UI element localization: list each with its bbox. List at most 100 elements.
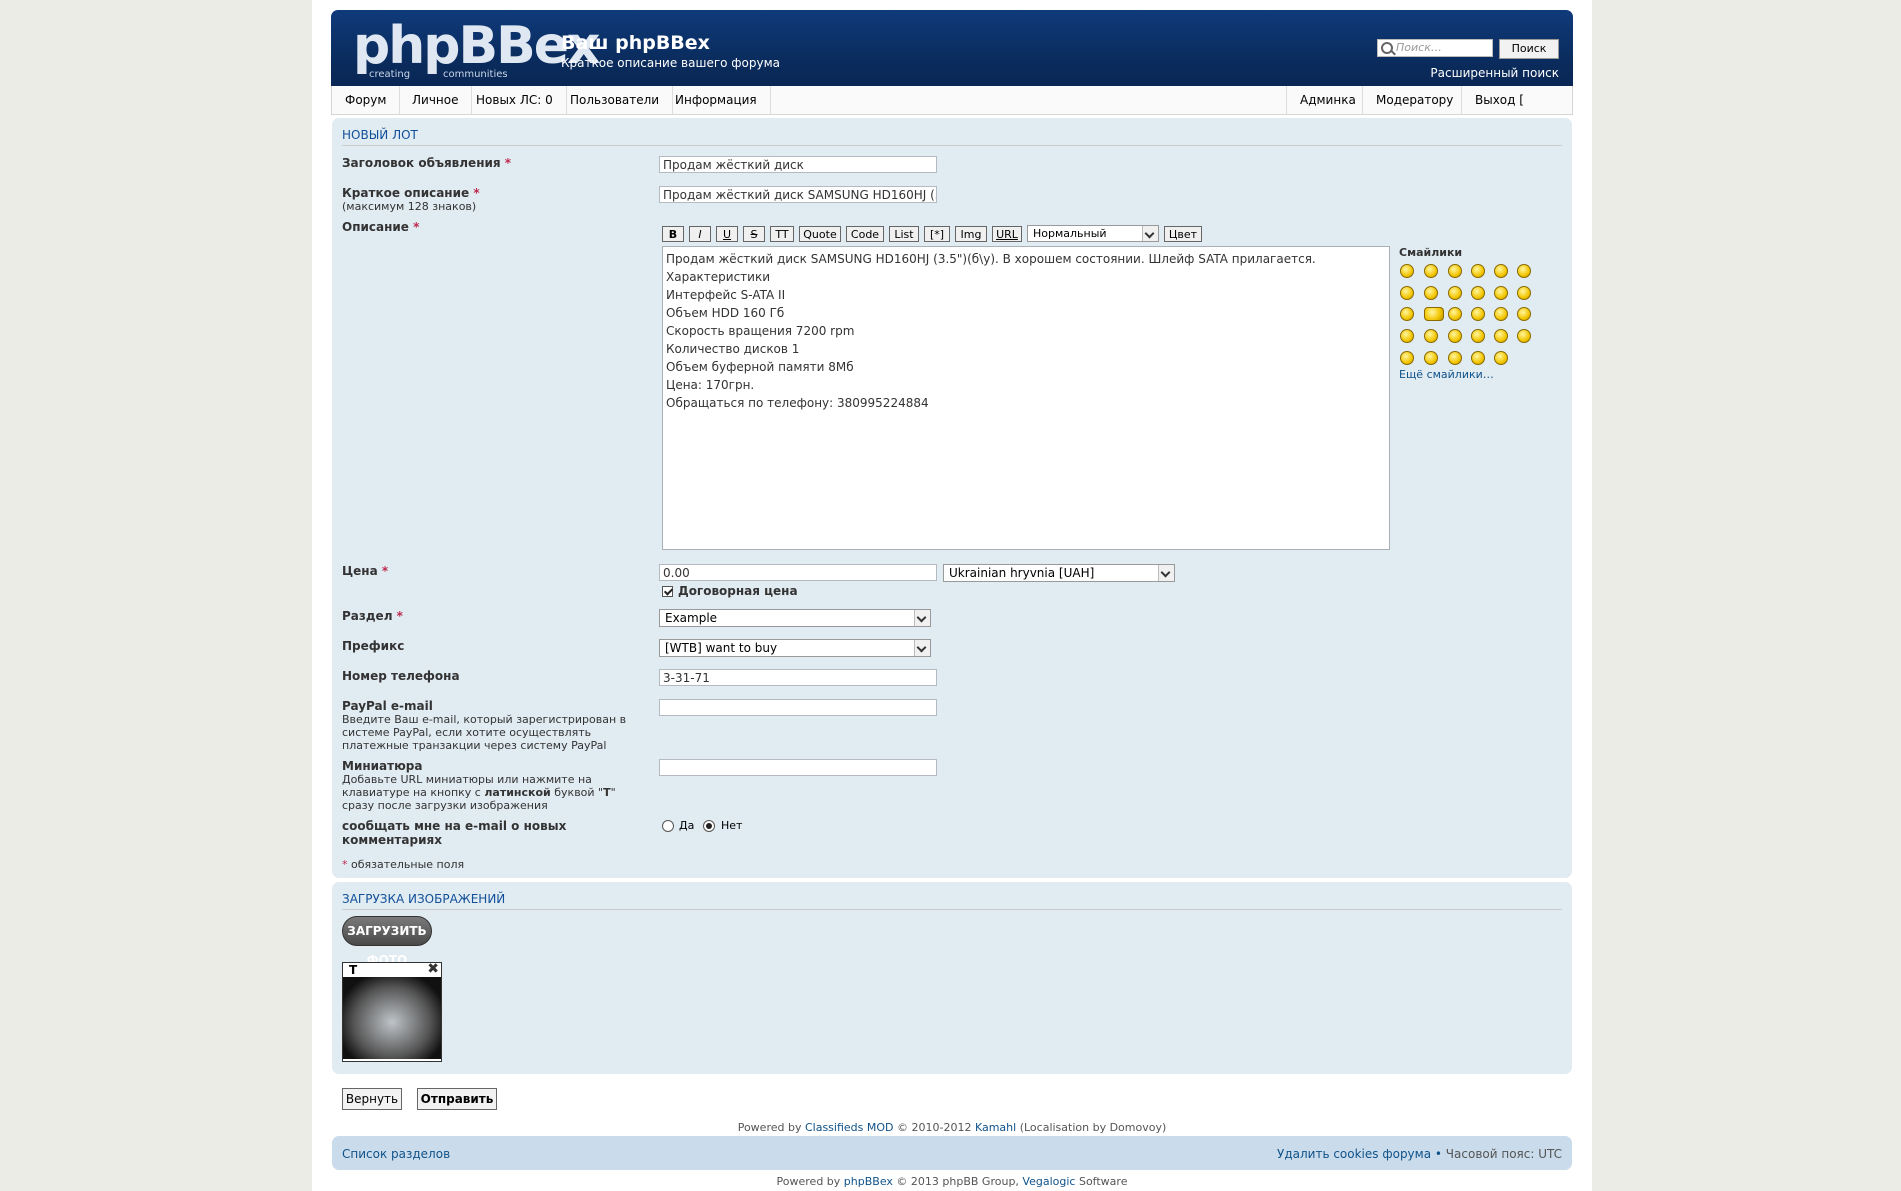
smiley-icon[interactable] bbox=[1517, 329, 1531, 343]
smiley-icon[interactable] bbox=[1517, 286, 1531, 300]
smiley-icon[interactable] bbox=[1517, 264, 1531, 278]
message-line: Скорость вращения 7200 rpm bbox=[666, 324, 855, 338]
search-button[interactable]: Поиск bbox=[1499, 39, 1559, 59]
smiley-icon[interactable] bbox=[1448, 264, 1462, 278]
smiley-icon[interactable] bbox=[1424, 351, 1438, 365]
paypal-input[interactable] bbox=[659, 699, 937, 716]
smiley-icon[interactable] bbox=[1494, 264, 1508, 278]
notify-label: сообщать мне на e-mail о новых комментар… bbox=[342, 819, 567, 847]
site-title[interactable]: Ваш phpBBex bbox=[561, 32, 710, 54]
smiley-icon[interactable] bbox=[1400, 307, 1414, 321]
short-desc-input[interactable]: Продам жёсткий диск SAMSUNG HD160HJ (3.5 bbox=[659, 186, 937, 203]
nav-personal[interactable]: Личное bbox=[399, 86, 473, 114]
vegalogic-link[interactable]: Vegalogic bbox=[1022, 1175, 1075, 1188]
nav-users[interactable]: Пользователи bbox=[557, 86, 674, 114]
smiley-icon[interactable] bbox=[1471, 329, 1485, 343]
nav-moderator[interactable]: Модератору bbox=[1362, 86, 1466, 114]
message-line: Обращаться по телефону: 380995224884 bbox=[666, 396, 929, 410]
smiley-icon[interactable] bbox=[1424, 286, 1438, 300]
smiley-icon[interactable] bbox=[1400, 286, 1414, 300]
powered-by-phpbbex: Powered by phpBBex © 2013 phpBB Group, V… bbox=[776, 1175, 1128, 1188]
tt-button[interactable]: TT bbox=[770, 226, 794, 242]
search-icon bbox=[1381, 42, 1393, 54]
underline-button[interactable]: U bbox=[716, 226, 738, 242]
message-textarea[interactable]: Продам жёсткий диск SAMSUNG HD160HJ (3.5… bbox=[662, 246, 1390, 550]
message-line: Интерфейс S-ATA II bbox=[666, 288, 786, 302]
phone-input[interactable]: 3-31-71 bbox=[659, 669, 937, 686]
smiley-icon[interactable] bbox=[1400, 351, 1414, 365]
new-lot-panel: Новый лот Заголовок объявления * Продам … bbox=[332, 118, 1572, 878]
nav-admin[interactable]: Админка bbox=[1286, 86, 1369, 114]
smiley-icon[interactable] bbox=[1471, 307, 1485, 321]
price-input[interactable]: 0.00 bbox=[659, 564, 937, 581]
hdd-photo bbox=[343, 977, 441, 1059]
smiley-icon[interactable] bbox=[1424, 264, 1438, 278]
notify-no-radio[interactable] bbox=[703, 820, 715, 832]
code-button[interactable]: Code bbox=[846, 226, 884, 242]
smiley-icon[interactable] bbox=[1471, 351, 1485, 365]
phpbbex-link[interactable]: phpBBex bbox=[844, 1175, 893, 1188]
smiley-icon[interactable] bbox=[1471, 264, 1485, 278]
nav-forum[interactable]: Форум bbox=[332, 86, 401, 114]
color-button[interactable]: Цвет bbox=[1164, 226, 1202, 242]
quote-button[interactable]: Quote bbox=[799, 226, 841, 242]
smiley-icon[interactable] bbox=[1494, 307, 1508, 321]
strike-button[interactable]: S bbox=[743, 226, 765, 242]
close-icon[interactable]: ✖ bbox=[427, 961, 439, 977]
message-line: Характеристики bbox=[666, 270, 771, 284]
search-input[interactable]: Поиск… bbox=[1377, 39, 1493, 57]
classifieds-mod-link[interactable]: Classifieds MOD bbox=[805, 1121, 894, 1134]
forum-index-link[interactable]: Список разделов bbox=[342, 1147, 450, 1161]
smiley-icon[interactable] bbox=[1448, 286, 1462, 300]
nav-new-pm[interactable]: Новых ЛС: 0 bbox=[463, 86, 567, 114]
smiley-icon[interactable] bbox=[1448, 351, 1462, 365]
smiley-icon[interactable] bbox=[1448, 329, 1462, 343]
smiley-icon[interactable] bbox=[1424, 329, 1438, 343]
submit-button[interactable]: Отправить bbox=[417, 1088, 497, 1110]
footer-right: Удалить cookies форума • Часовой пояс: U… bbox=[1277, 1147, 1562, 1161]
site-logo[interactable]: phpBBex creating communities bbox=[353, 18, 601, 80]
kamahl-link[interactable]: Kamahl bbox=[975, 1121, 1016, 1134]
panel-title: Новый лот bbox=[342, 128, 1562, 146]
timezone-text: Часовой пояс: UTC bbox=[1445, 1147, 1562, 1161]
heading-label: Заголовок объявления * bbox=[342, 156, 512, 170]
url-button[interactable]: URL bbox=[992, 226, 1022, 242]
italic-button[interactable]: I bbox=[689, 226, 711, 242]
thumb-set-button[interactable]: T bbox=[349, 963, 357, 977]
nav-logout[interactable]: Выход [ admin ] bbox=[1461, 86, 1572, 135]
smiley-icon[interactable] bbox=[1494, 329, 1508, 343]
heading-input[interactable]: Продам жёсткий диск bbox=[659, 156, 937, 173]
site-description: Краткое описание вашего форума bbox=[561, 56, 781, 70]
section-select[interactable]: Example bbox=[659, 609, 931, 627]
font-size-select[interactable]: Нормальный bbox=[1027, 225, 1159, 242]
negotiable-checkbox[interactable] bbox=[662, 586, 673, 597]
smiley-icon[interactable] bbox=[1494, 351, 1508, 365]
logo-sub1: creating bbox=[369, 69, 411, 80]
smiley-icon[interactable] bbox=[1400, 329, 1414, 343]
smiley-icon[interactable] bbox=[1471, 286, 1485, 300]
img-button[interactable]: Img bbox=[955, 226, 987, 242]
prefix-select[interactable]: [WTB] want to buy bbox=[659, 639, 931, 657]
notify-yes-radio[interactable] bbox=[662, 820, 674, 832]
delete-cookies-link[interactable]: Удалить cookies форума bbox=[1277, 1147, 1431, 1161]
upload-panel: Загрузка изображений ЗАГРУЗИТЬ ФОТО T ✖ bbox=[332, 882, 1572, 1074]
nav-info[interactable]: Информация bbox=[662, 86, 771, 114]
thumb-url-input[interactable] bbox=[659, 759, 937, 776]
upload-photo-button[interactable]: ЗАГРУЗИТЬ ФОТО bbox=[342, 916, 432, 967]
smiley-icon[interactable] bbox=[1494, 286, 1508, 300]
more-smilies-link[interactable]: Ещё смайлики… bbox=[1399, 368, 1494, 381]
chevron-down-icon bbox=[914, 610, 930, 626]
smiley-icon[interactable] bbox=[1424, 307, 1444, 321]
uploaded-thumbnail[interactable]: T ✖ bbox=[342, 961, 442, 1062]
bold-button[interactable]: B bbox=[662, 226, 684, 242]
reset-button[interactable]: Вернуть bbox=[342, 1088, 402, 1110]
chevron-down-icon bbox=[1142, 226, 1158, 241]
list-button[interactable]: List bbox=[889, 226, 919, 242]
message-line: Объем буферной памяти 8Мб bbox=[666, 360, 854, 374]
currency-select[interactable]: Ukrainian hryvnia [UAH] bbox=[943, 564, 1175, 582]
smiley-icon[interactable] bbox=[1517, 307, 1531, 321]
smiley-icon[interactable] bbox=[1400, 264, 1414, 278]
smiley-icon[interactable] bbox=[1448, 307, 1462, 321]
list-item-button[interactable]: [*] bbox=[924, 226, 950, 242]
advanced-search-link[interactable]: Расширенный поиск bbox=[1430, 66, 1559, 80]
